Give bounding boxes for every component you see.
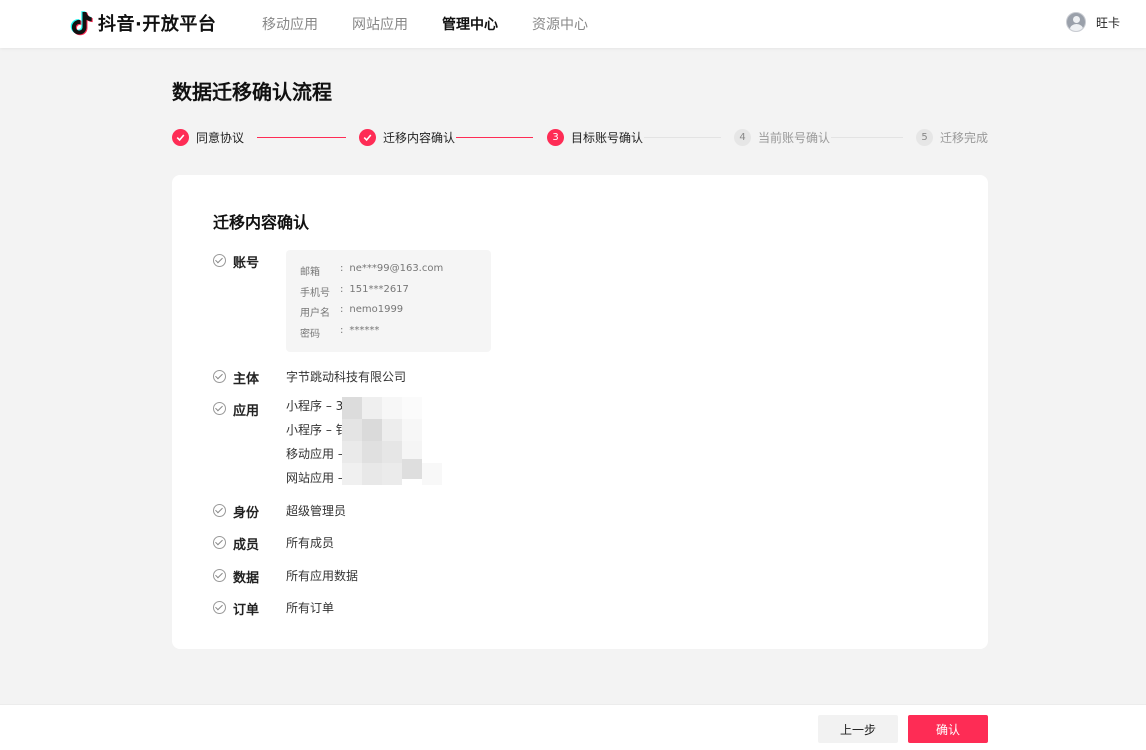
progress-steps: 同意协议 迁移内容确认 3 目标账号确认 4 当前账号确认 5 迁移完成 bbox=[172, 128, 988, 146]
row-value: 所有成员 bbox=[286, 536, 335, 550]
row-apps: 应用 bbox=[213, 400, 286, 419]
avatar[interactable] bbox=[1065, 12, 1086, 32]
check-circle-icon bbox=[213, 569, 226, 582]
migration-content-card: 迁移内容确认 账号 邮箱 : ne***99@163.com 手机号 : 151… bbox=[172, 175, 988, 649]
card-title: 迁移内容确认 bbox=[213, 213, 310, 232]
row-members: 成员 所有成员 bbox=[213, 534, 334, 553]
account-field-username: 用户名 : nemo1999 bbox=[300, 304, 404, 319]
row-label: 身份 bbox=[233, 506, 260, 521]
row-account: 账号 bbox=[213, 252, 286, 271]
row-subject: 主体 字节跳动科技有限公司 bbox=[213, 368, 406, 387]
step-number: 3 bbox=[547, 128, 564, 146]
row-label: 订单 bbox=[233, 603, 260, 618]
row-value: 所有应用数据 bbox=[286, 569, 359, 583]
row-label: 数据 bbox=[233, 571, 260, 586]
row-value: 所有订单 bbox=[286, 601, 335, 615]
row-label: 成员 bbox=[233, 538, 260, 553]
row-orders: 订单 所有订单 bbox=[213, 599, 334, 618]
row-value: 字节跳动科技有限公司 bbox=[286, 370, 407, 384]
row-label: 应用 bbox=[233, 404, 260, 419]
check-circle-icon bbox=[213, 601, 226, 614]
step-label: 目标账号确认 bbox=[571, 130, 644, 145]
account-field-phone: 手机号 : 151***2617 bbox=[300, 283, 409, 299]
check-circle-icon bbox=[213, 504, 226, 517]
row-value: 超级管理员 bbox=[286, 504, 347, 518]
main-nav: 移动应用 网站应用 管理中心 资源中心 bbox=[262, 0, 622, 48]
step-1: 同意协议 bbox=[172, 128, 244, 146]
step-label: 同意协议 bbox=[196, 130, 245, 145]
step-2: 迁移内容确认 bbox=[359, 128, 455, 146]
footer-bar: 上一步 确认 bbox=[0, 704, 1146, 750]
step-connector bbox=[456, 137, 533, 138]
account-field-password: 密码 : ****** bbox=[300, 324, 380, 340]
app-item: 小程序 – 钅 bbox=[286, 423, 348, 437]
app-item: 移动应用 – bbox=[286, 447, 344, 461]
tiktok-logo-icon bbox=[70, 11, 93, 36]
step-connector bbox=[644, 137, 721, 138]
row-data: 数据 所有应用数据 bbox=[213, 567, 358, 586]
app-list: 小程序 – 3 小程序 – 钅 移动应用 – 网站应用 – bbox=[286, 398, 348, 494]
row-label: 主体 bbox=[233, 372, 260, 387]
step-connector bbox=[831, 137, 903, 138]
account-field-email: 邮箱 : ne***99@163.com bbox=[300, 263, 444, 278]
check-circle-icon bbox=[213, 402, 226, 415]
step-connector bbox=[257, 137, 346, 138]
logo-text: 抖音·开放平台 bbox=[98, 14, 217, 35]
pixelated-redaction bbox=[342, 397, 442, 487]
app-item: 网站应用 – bbox=[286, 471, 344, 485]
nav-item-web-apps[interactable]: 网站应用 bbox=[352, 14, 408, 34]
nav-item-resource-center[interactable]: 资源中心 bbox=[532, 14, 588, 34]
check-circle-icon bbox=[213, 536, 226, 549]
step-label: 当前账号确认 bbox=[758, 130, 831, 145]
check-circle-icon bbox=[213, 254, 226, 267]
step-label: 迁移完成 bbox=[940, 130, 989, 145]
page-title: 数据迁移确认流程 bbox=[172, 80, 332, 104]
row-label: 账号 bbox=[233, 256, 260, 271]
step-check-icon bbox=[172, 128, 189, 146]
step-4: 4 当前账号确认 bbox=[734, 128, 830, 146]
step-3: 3 目标账号确认 bbox=[547, 128, 643, 146]
logo[interactable]: 抖音·开放平台 bbox=[68, 8, 216, 38]
step-number: 4 bbox=[734, 128, 751, 146]
step-label: 迁移内容确认 bbox=[383, 130, 456, 145]
app-item: 小程序 – 3 bbox=[286, 399, 344, 413]
nav-item-management-center[interactable]: 管理中心 bbox=[442, 14, 498, 34]
row-identity: 身份 超级管理员 bbox=[213, 502, 346, 521]
check-circle-icon bbox=[213, 370, 226, 383]
nav-item-mobile-apps[interactable]: 移动应用 bbox=[262, 14, 318, 34]
user-menu[interactable]: 旺卡 bbox=[1065, 12, 1120, 32]
step-check-icon bbox=[359, 128, 376, 146]
user-name[interactable]: 旺卡 bbox=[1096, 14, 1120, 31]
step-5: 5 迁移完成 bbox=[916, 128, 988, 146]
step-number: 5 bbox=[916, 128, 933, 146]
top-header: 抖音·开放平台 移动应用 网站应用 管理中心 资源中心 旺卡 bbox=[0, 0, 1146, 48]
prev-step-button[interactable]: 上一步 bbox=[818, 715, 898, 743]
confirm-button[interactable]: 确认 bbox=[908, 715, 988, 743]
account-info-box: 邮箱 : ne***99@163.com 手机号 : 151***2617 用户… bbox=[286, 250, 491, 352]
